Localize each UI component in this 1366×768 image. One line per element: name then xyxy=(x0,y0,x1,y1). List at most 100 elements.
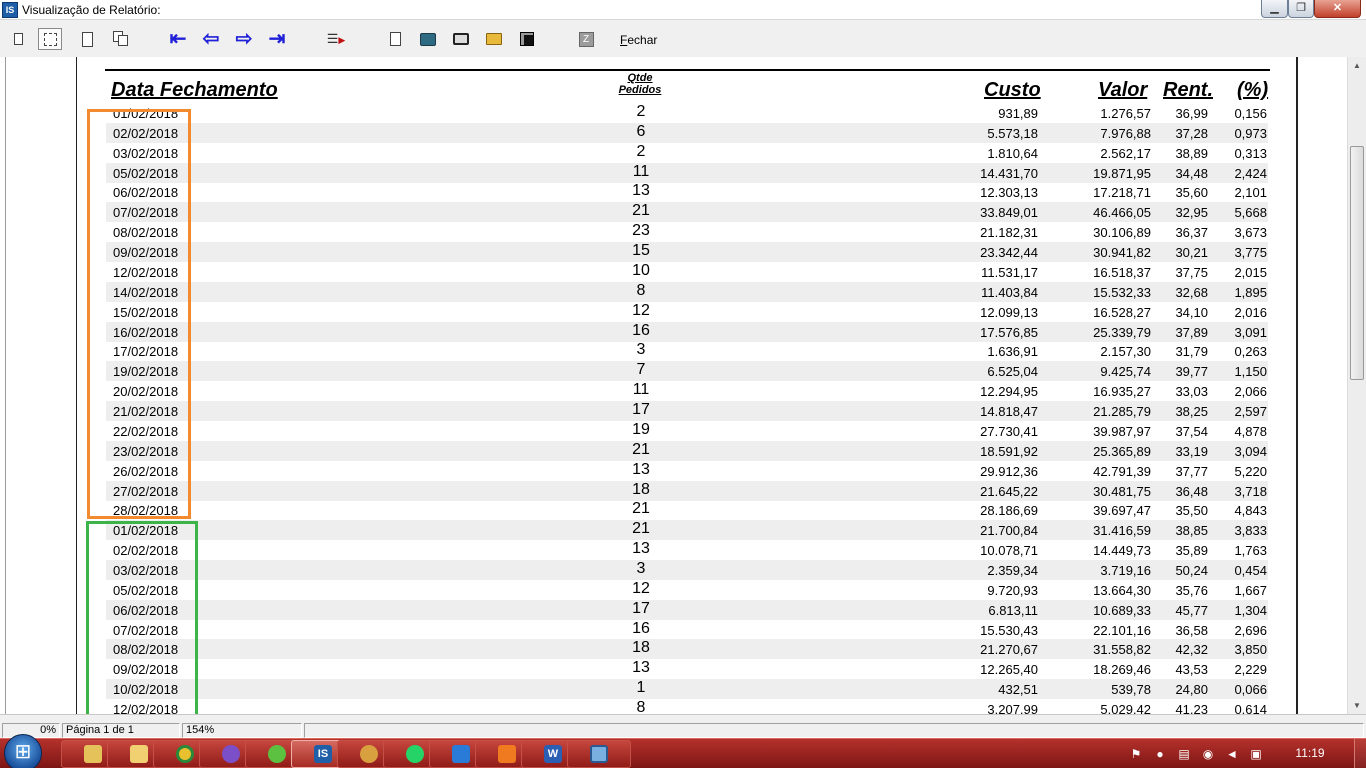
next-page-button[interactable]: ⇨ xyxy=(232,28,256,50)
palette-icon xyxy=(360,745,378,763)
window-icon xyxy=(590,745,608,763)
full-page-button[interactable] xyxy=(75,28,99,50)
update-icon[interactable]: ◉ xyxy=(1200,747,1216,761)
table-row: 20/02/2018 11 12.294,95 16.935,27 33,03 2,066 xyxy=(106,381,1268,401)
header-rule xyxy=(105,69,1270,71)
row-valor: 3.719,16 xyxy=(1100,563,1151,578)
header-rent: Rent. xyxy=(1163,79,1213,101)
previous-page-button[interactable]: ⇦ xyxy=(199,28,223,50)
header-qtde-pedidos: Qtde Pedidos xyxy=(610,72,670,96)
export-icon: Z xyxy=(578,31,594,47)
table-row: 12/02/2018 10 11.531,17 16.518,37 37,75 2,015 xyxy=(106,262,1268,282)
network-icon[interactable]: ▤ xyxy=(1176,747,1192,761)
row-qty: 21 xyxy=(632,520,650,538)
copy-icon xyxy=(389,32,401,46)
action-center-icon[interactable]: ⚑ xyxy=(1128,747,1144,761)
last-page-button[interactable]: ⇥ xyxy=(265,28,289,50)
row-valor: 39.697,47 xyxy=(1093,503,1151,519)
row-valor: 539,78 xyxy=(1111,682,1151,698)
row-custo: 21.645,22 xyxy=(980,483,1038,499)
show-desktop-button[interactable] xyxy=(1354,739,1366,768)
row-percent: 2,424 xyxy=(1234,165,1267,181)
row-rent: 36,58 xyxy=(1175,622,1208,638)
row-valor: 30.106,89 xyxy=(1093,225,1151,241)
row-rent: 37,75 xyxy=(1175,264,1208,280)
maximize-button[interactable]: ❐ xyxy=(1288,0,1314,18)
minimize-button[interactable]: ▁ xyxy=(1261,0,1288,18)
print-setup-button[interactable] xyxy=(416,28,440,50)
volume-icon[interactable]: ◄ xyxy=(1224,747,1240,761)
vertical-scrollbar[interactable]: ▲ ▼ xyxy=(1347,57,1366,714)
row-rent: 38,85 xyxy=(1175,523,1208,539)
row-valor: 13.664,30 xyxy=(1093,582,1151,598)
open-button[interactable] xyxy=(482,28,506,50)
row-custo: 21.270,67 xyxy=(980,642,1038,658)
go-to-page-button[interactable]: ☰▶ xyxy=(324,28,348,50)
display-icon[interactable]: ▣ xyxy=(1248,747,1264,761)
row-valor: 9.425,74 xyxy=(1100,364,1151,380)
teamviewer-icon xyxy=(452,745,470,763)
row-percent: 0,973 xyxy=(1234,125,1267,141)
row-percent: 0,066 xyxy=(1234,682,1267,698)
taskbar-window[interactable] xyxy=(567,740,631,768)
close-report-button[interactable]: Fechar xyxy=(620,33,657,47)
row-percent: 1,895 xyxy=(1234,284,1267,300)
print-button[interactable] xyxy=(449,28,473,50)
whatsapp-icon xyxy=(406,745,424,763)
scroll-thumb[interactable] xyxy=(1350,146,1364,380)
table-row: 22/02/2018 19 27.730,41 39.987,97 37,54 4,878 xyxy=(106,421,1268,441)
scroll-up-icon[interactable]: ▲ xyxy=(1348,57,1366,74)
row-percent: 0,614 xyxy=(1234,702,1267,714)
row-valor: 16.935,27 xyxy=(1093,384,1151,400)
row-qty: 13 xyxy=(632,659,650,677)
row-rent: 35,50 xyxy=(1175,503,1208,519)
row-percent: 2,597 xyxy=(1234,404,1267,420)
report-viewer-window: IS Visualização de Relatório: ▁ ❐ ✕ ⇤ ⇦ … xyxy=(0,0,1366,768)
row-qty: 8 xyxy=(636,281,646,299)
taskbar-clock[interactable]: 11:19 xyxy=(1280,746,1340,760)
row-qty: 16 xyxy=(632,619,650,637)
first-page-button[interactable]: ⇤ xyxy=(166,28,190,50)
header-custo: Custo xyxy=(984,79,1041,101)
row-qty: 2 xyxy=(636,103,646,120)
row-valor: 16.528,27 xyxy=(1093,304,1151,320)
scroll-down-icon[interactable]: ▼ xyxy=(1348,697,1366,714)
close-window-button[interactable]: ✕ xyxy=(1314,0,1361,18)
first-page-icon: ⇤ xyxy=(169,28,187,50)
row-rent: 39,77 xyxy=(1175,364,1208,380)
copy-button[interactable] xyxy=(383,28,407,50)
row-valor: 15.532,33 xyxy=(1093,284,1151,300)
word-icon: W xyxy=(544,745,562,763)
row-valor: 7.976,88 xyxy=(1100,125,1151,141)
row-custo: 17.576,85 xyxy=(980,324,1038,340)
row-percent: 1,667 xyxy=(1234,582,1267,598)
row-custo: 14.431,70 xyxy=(980,165,1038,181)
row-custo: 1.810,64 xyxy=(987,145,1038,161)
row-qty: 13 xyxy=(632,540,650,558)
export-button[interactable]: Z xyxy=(574,28,598,50)
page-icon xyxy=(13,33,23,45)
row-percent: 0,156 xyxy=(1234,106,1267,121)
row-custo: 29.912,36 xyxy=(980,463,1038,479)
row-custo: 21.182,31 xyxy=(980,225,1038,241)
header-pedidos: Pedidos xyxy=(618,84,662,96)
single-page-button[interactable] xyxy=(6,28,30,50)
start-button[interactable] xyxy=(4,734,42,768)
row-valor: 2.562,17 xyxy=(1100,145,1151,161)
status-bar: 0% Página 1 de 1 154% xyxy=(0,714,1366,738)
page-width-icon xyxy=(43,32,57,46)
save-button[interactable] xyxy=(515,28,539,50)
page-width-button[interactable] xyxy=(38,28,62,50)
row-qty: 7 xyxy=(636,361,646,379)
row-valor: 46.466,05 xyxy=(1093,205,1151,221)
multi-page-button[interactable] xyxy=(109,28,133,50)
row-valor: 10.689,33 xyxy=(1093,602,1151,618)
table-row: 21/02/2018 17 14.818,47 21.285,79 38,25 2,597 xyxy=(106,401,1268,422)
table-row: 10/02/2018 1 432,51 539,78 24,80 0,066 xyxy=(106,679,1268,700)
status-message xyxy=(304,723,1364,738)
row-custo: 11.531,17 xyxy=(981,264,1038,280)
row-percent: 2,696 xyxy=(1234,622,1267,638)
header-valor: Valor xyxy=(1098,79,1148,101)
status-tray-icon[interactable]: ● xyxy=(1152,747,1168,761)
table-row: 05/02/2018 11 14.431,70 19.871,95 34,48 2,424 xyxy=(106,162,1268,183)
